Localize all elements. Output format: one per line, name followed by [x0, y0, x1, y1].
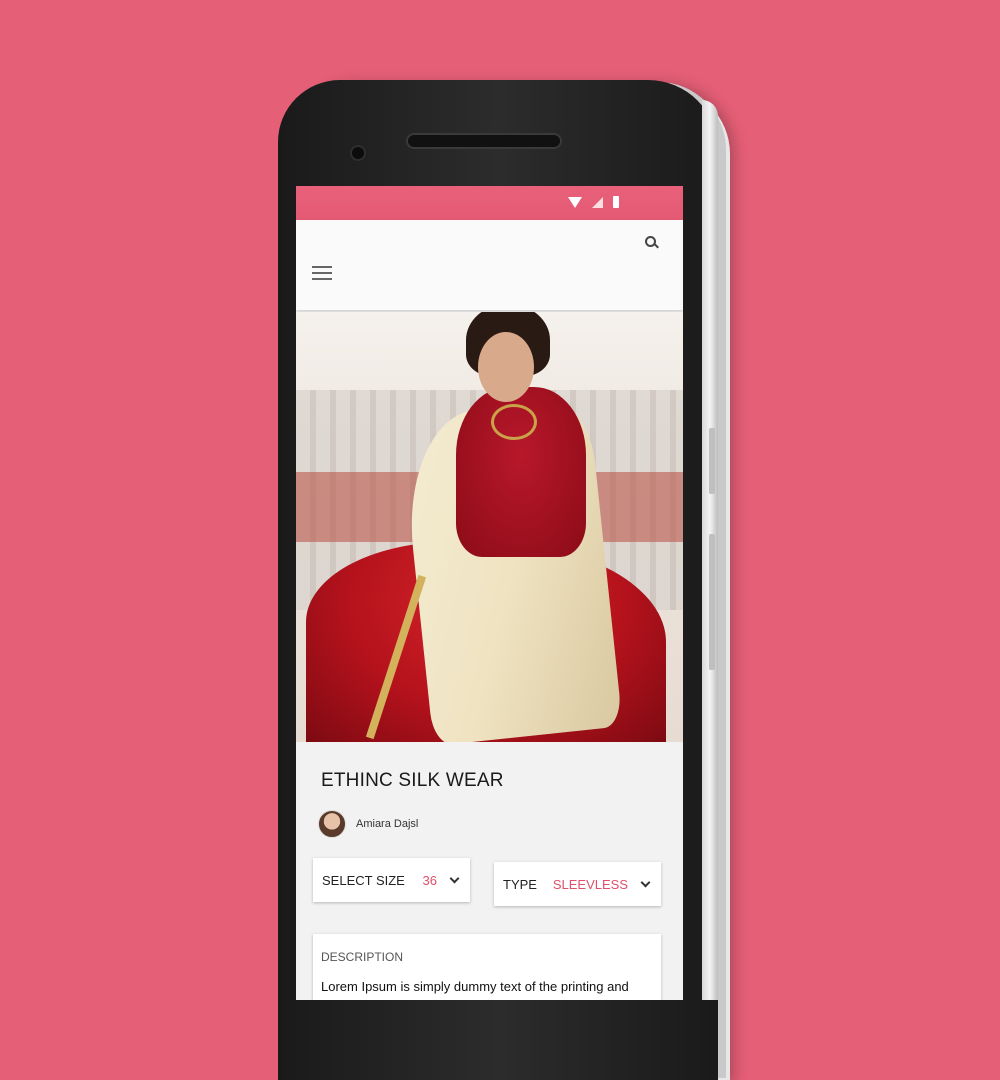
volume-button: [709, 428, 715, 494]
size-select-label: SELECT SIZE: [322, 872, 405, 888]
description-body: Lorem Ipsum is simply dummy text of the …: [321, 979, 629, 994]
type-select-value: SLEEVLESS: [552, 876, 628, 892]
type-select[interactable]: TYPE SLEEVLESS: [494, 862, 661, 906]
wifi-icon: [568, 196, 582, 208]
signal-icon: [592, 196, 603, 208]
menu-icon[interactable]: [312, 266, 332, 282]
search-icon[interactable]: [645, 236, 659, 250]
description-card: DESCRIPTION Lorem Ipsum is simply dummy …: [313, 934, 661, 1000]
earpiece-speaker: [406, 133, 562, 149]
avatar[interactable]: [318, 810, 346, 838]
phone-screen: ETHINC SILK WEAR Amiara Dajsl SELECT SIZ…: [296, 186, 683, 1000]
front-camera: [352, 147, 364, 159]
size-select[interactable]: SELECT SIZE 36: [313, 858, 470, 902]
power-button: [709, 534, 715, 670]
battery-icon: [613, 196, 619, 208]
chevron-down-icon: [449, 873, 460, 883]
description-heading: DESCRIPTION: [321, 950, 404, 964]
seller-info[interactable]: Amiara Dajsl: [318, 810, 418, 838]
seller-name: Amiara Dajsl: [356, 818, 419, 830]
size-select-value: 36: [422, 872, 437, 888]
app-bar: [296, 220, 683, 310]
type-select-label: TYPE: [503, 876, 537, 892]
chevron-down-icon: [640, 877, 651, 887]
product-title: ETHINC SILK WEAR: [321, 770, 504, 791]
product-image[interactable]: [296, 312, 683, 742]
